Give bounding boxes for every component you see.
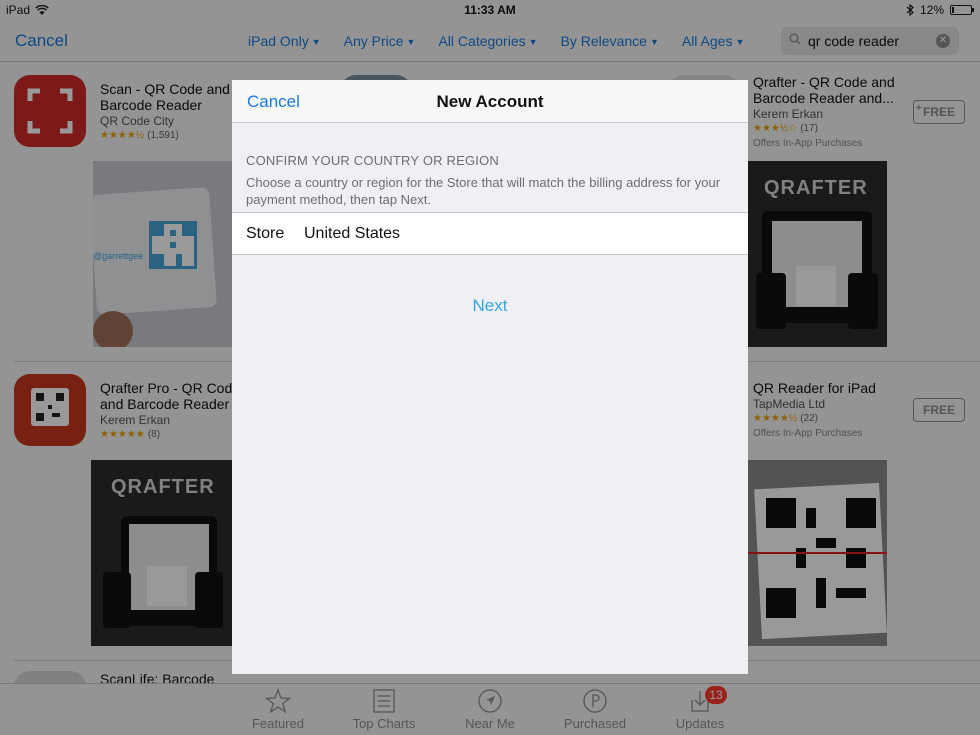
modal-title: New Account: [436, 92, 544, 111]
section-heading: CONFIRM YOUR COUNTRY OR REGION: [246, 153, 500, 168]
new-account-modal: Cancel New Account CONFIRM YOUR COUNTRY …: [232, 80, 748, 674]
store-label: Store: [246, 225, 285, 242]
section-description: Choose a country or region for the Store…: [246, 175, 721, 207]
store-country-row[interactable]: Store United States: [232, 212, 748, 255]
next-button[interactable]: Next: [232, 296, 748, 316]
store-country-value[interactable]: United States: [304, 225, 400, 243]
modal-header: Cancel New Account: [232, 80, 748, 123]
